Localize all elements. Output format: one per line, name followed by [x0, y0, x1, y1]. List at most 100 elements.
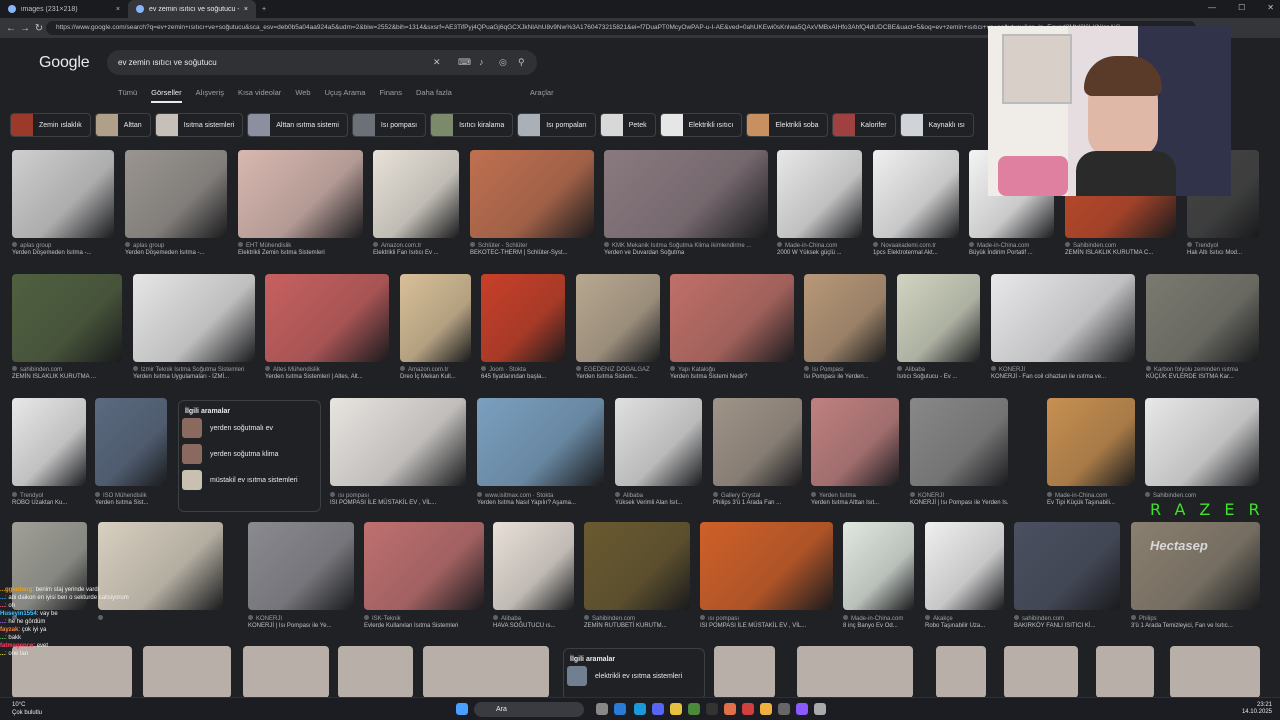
chip-9[interactable]: Elektrikli soba — [746, 113, 828, 137]
image-result-thumbnail[interactable] — [615, 398, 702, 486]
clear-icon[interactable]: ✕ — [433, 57, 441, 68]
image-result-caption[interactable]: Akakçe Robo Taşınabilir Uza... — [925, 615, 1004, 629]
image-result-thumbnail[interactable] — [243, 646, 329, 698]
image-result-caption[interactable]: ISO Mühendislik Yerden Isıtma Sist... — [95, 492, 167, 506]
image-result-thumbnail[interactable] — [700, 522, 833, 610]
image-result-thumbnail[interactable] — [936, 646, 986, 698]
google-logo[interactable]: Google — [39, 54, 90, 72]
tab-finance[interactable]: Finans — [379, 88, 402, 103]
image-result-thumbnail[interactable] — [804, 274, 886, 362]
tab-images[interactable]: Görseller — [151, 88, 183, 103]
image-result-caption[interactable]: KONERJİ KONERJİ | Isı Pompası ile Yerden … — [910, 492, 1008, 506]
image-result-thumbnail[interactable] — [576, 274, 660, 362]
image-result-thumbnail[interactable] — [584, 522, 690, 610]
system-tray-clock[interactable]: 23:21 14.10.2025 — [1242, 702, 1272, 716]
image-result-thumbnail[interactable] — [991, 274, 1135, 362]
image-result-thumbnail[interactable] — [423, 646, 549, 698]
discord-icon[interactable] — [652, 703, 664, 715]
image-result-thumbnail[interactable] — [873, 150, 959, 238]
tab-more[interactable]: Daha fazla — [416, 88, 452, 103]
image-result-thumbnail[interactable] — [1145, 398, 1259, 486]
image-result-thumbnail[interactable] — [811, 398, 899, 486]
image-result-thumbnail[interactable] — [670, 274, 794, 362]
chip-5[interactable]: Isıtıcı kiralama — [430, 113, 514, 137]
image-result-thumbnail[interactable] — [1047, 398, 1135, 486]
image-result-caption[interactable]: Sahibinden.com ZEMİN RUTUBETİ KURUTM... — [584, 615, 690, 629]
image-result-caption[interactable]: Novaakademi.com.tr 1pcs Elektrotermal Akt… — [873, 242, 959, 256]
close-window-icon[interactable]: ✕ — [1267, 3, 1274, 12]
image-result-caption[interactable]: İzmir Teknik Isıtma Soğutma Sistemleri Ye… — [133, 366, 255, 380]
image-result-caption[interactable]: Alibaba Isıtıcı Soğutucu - Ev ... — [897, 366, 980, 380]
image-result-caption[interactable]: Alibaba Yüksek Verimli Alan Isıt... — [615, 492, 702, 506]
image-result-caption[interactable]: EGEDENİZ DOĞALGAZ Yerden Isıtma Sistem... — [576, 366, 660, 380]
image-result-caption[interactable]: Made-in-China.com Büyük İndirim Portatif … — [969, 242, 1054, 256]
image-result-thumbnail[interactable] — [265, 274, 389, 362]
image-result-thumbnail[interactable] — [400, 274, 471, 362]
image-result-thumbnail[interactable] — [1146, 274, 1259, 362]
image-result-thumbnail[interactable] — [1014, 522, 1120, 610]
image-result-thumbnail[interactable] — [481, 274, 565, 362]
tab-short-videos[interactable]: Kısa videolar — [238, 88, 281, 103]
image-result-thumbnail[interactable] — [373, 150, 459, 238]
image-result-thumbnail[interactable] — [777, 150, 862, 238]
image-result-thumbnail[interactable] — [12, 150, 114, 238]
image-result-thumbnail[interactable] — [843, 522, 914, 610]
camera-icon[interactable]: ◎ — [499, 57, 507, 68]
image-result-caption[interactable]: Joom · Stokta 645 fiyatlarından başla... — [481, 366, 565, 380]
image-result-thumbnail[interactable] — [238, 150, 363, 238]
image-result-thumbnail[interactable] — [12, 274, 122, 362]
image-result-caption[interactable]: Amazon.com.tr Elektrikli Fan Isıtıcı Ev .… — [373, 242, 459, 256]
image-result-thumbnail[interactable] — [95, 398, 167, 486]
chip-6[interactable]: Isı pompaları — [517, 113, 596, 137]
weather-widget[interactable]: 10°C Çok bulutlu — [12, 701, 42, 717]
image-result-caption[interactable]: Isı Pompası Isı Pompası ile Yerden... — [804, 366, 886, 380]
image-result-caption[interactable]: sahibinden.com BAKIRKÖY FANLI ISITICI Kİ.… — [1014, 615, 1120, 629]
image-result-thumbnail[interactable] — [604, 150, 768, 238]
app-icon[interactable] — [814, 703, 826, 715]
image-result-caption[interactable]: ısı pompası ISI POMPASI İLE MÜSTAKİL EV ,… — [330, 492, 466, 506]
image-result-thumbnail[interactable] — [364, 522, 484, 610]
task-view-icon[interactable] — [596, 703, 608, 715]
image-result-caption[interactable]: Philips 3'ü 1 Arada Temizleyici, Fan ve I… — [1131, 615, 1260, 629]
image-result-thumbnail[interactable] — [714, 646, 775, 698]
chrome-icon[interactable] — [760, 703, 772, 715]
close-icon[interactable]: × — [116, 6, 120, 13]
image-result-thumbnail[interactable] — [897, 274, 980, 362]
image-result-thumbnail[interactable] — [248, 522, 354, 610]
image-result-thumbnail[interactable] — [1096, 646, 1154, 698]
search-query[interactable]: ev zemin ısıtıcı ve soğutucu — [118, 58, 217, 67]
image-result-caption[interactable]: aplas group Yerden Döşemeden Isıtma -... — [12, 242, 114, 256]
image-result-caption[interactable]: Yerden Isıtma Yerden Isıtma Alttan Isıt..… — [811, 492, 899, 506]
image-result-thumbnail[interactable] — [477, 398, 604, 486]
chip-8[interactable]: Elektrikli ısıtıcı — [659, 113, 743, 137]
epic-games-icon[interactable] — [706, 703, 718, 715]
image-result-caption[interactable]: aplas group Yerden Döşemeden Isıtma -... — [125, 242, 227, 256]
image-result-thumbnail[interactable] — [330, 398, 466, 486]
twitch-icon[interactable] — [796, 703, 808, 715]
maximize-icon[interactable]: ☐ — [1238, 3, 1245, 12]
chip-7[interactable]: Petek — [599, 113, 656, 137]
image-result-thumbnail[interactable] — [1131, 522, 1260, 610]
related-search-item[interactable]: yerden soğutma klima — [179, 441, 320, 467]
search-icon[interactable]: ⚲ — [518, 57, 525, 68]
image-result-thumbnail[interactable] — [12, 398, 86, 486]
reload-icon[interactable]: ↻ — [32, 23, 46, 34]
browser-tab-1[interactable]: images (231×218) × — [0, 0, 128, 18]
tab-web[interactable]: Web — [295, 88, 310, 103]
related-search-item[interactable]: yerden soğutmalı ev — [179, 415, 320, 441]
image-result-caption[interactable]: Altes Mühendislik Yerden Isıtma Sistemler… — [265, 366, 389, 380]
chip-4[interactable]: Isı pompası — [351, 113, 427, 137]
edge-icon[interactable] — [614, 703, 626, 715]
steam-icon[interactable] — [634, 703, 646, 715]
image-result-caption[interactable]: sahibinden.com ZEMİN ISLAKLIK KURUTMA ... — [12, 366, 122, 380]
image-result-caption[interactable]: Schlüter - Schlüter BEKOTEC-THERM | Schlü… — [470, 242, 594, 256]
image-result-caption[interactable]: Alibaba HAVA SOĞUTUCU ıs... — [493, 615, 574, 629]
app-icon[interactable] — [688, 703, 700, 715]
image-result-caption[interactable]: Sahibinden.com — [1145, 492, 1259, 500]
search-input[interactable]: ev zemin ısıtıcı ve soğutucu ✕ ⌨ ♪ ◎ ⚲ — [107, 50, 537, 75]
image-result-caption[interactable]: KMK Mekanik Isıtma Soğutma Klima ikimlen… — [604, 242, 768, 256]
image-result-thumbnail[interactable] — [713, 398, 802, 486]
image-result-thumbnail[interactable] — [338, 646, 413, 698]
image-result-caption[interactable]: KONERJİ KONERJİ | Isı Pompası ile Ye... — [248, 615, 354, 629]
microphone-icon[interactable]: ♪ — [479, 57, 484, 67]
